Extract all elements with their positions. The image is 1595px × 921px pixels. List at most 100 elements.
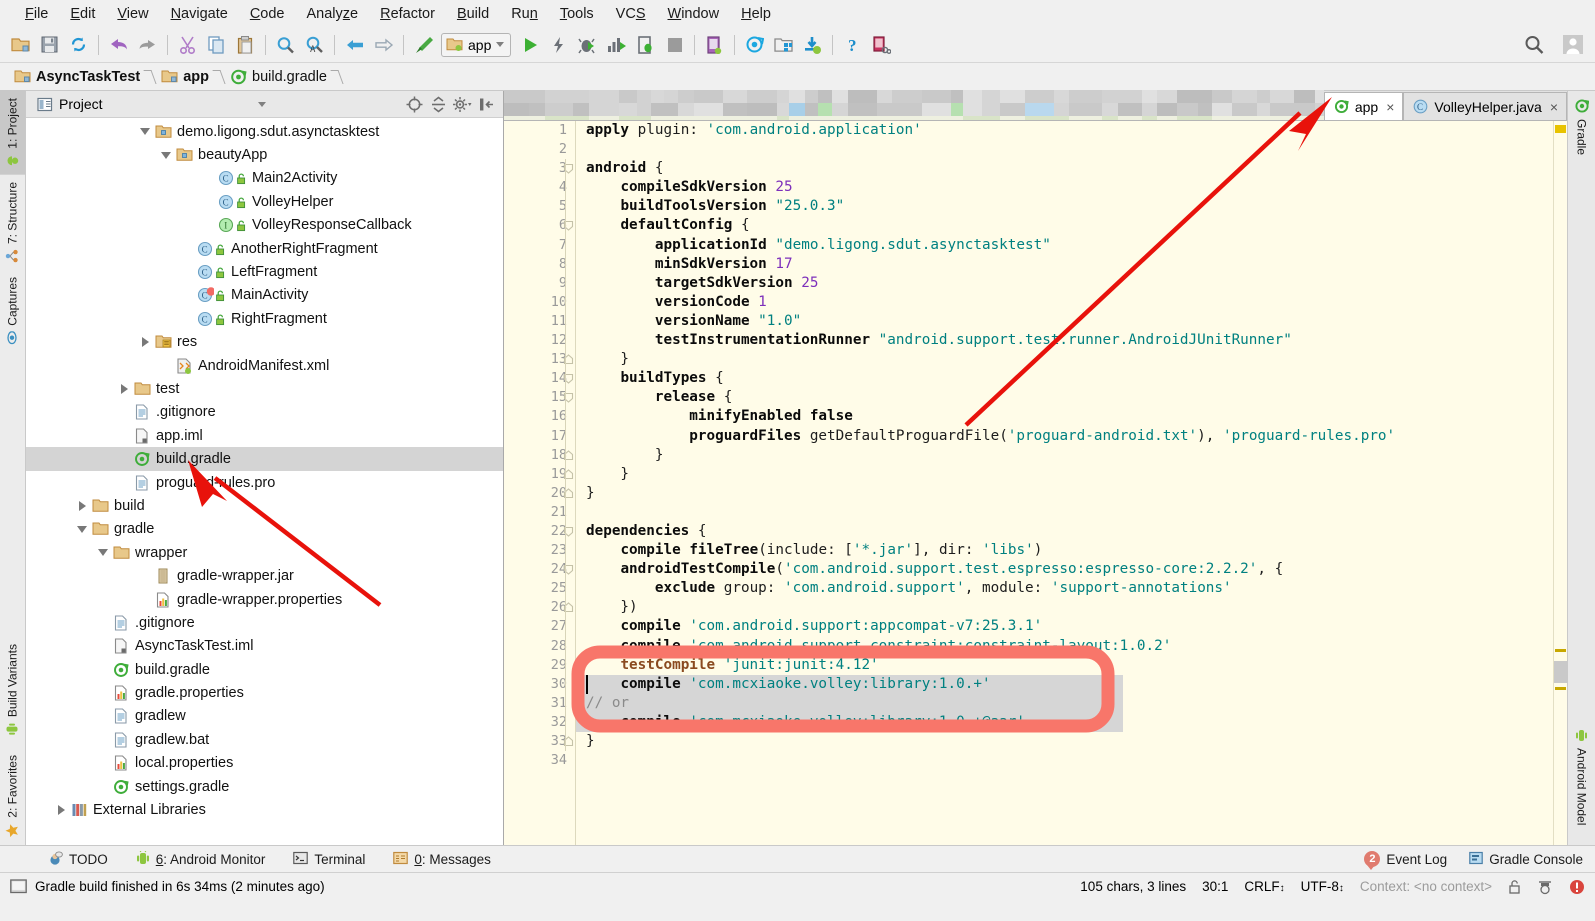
tree-node[interactable]: beautyApp (26, 143, 503, 166)
tree-node[interactable]: gradle (26, 518, 503, 541)
chevron-down-icon[interactable] (258, 101, 266, 107)
make-project-icon[interactable] (409, 30, 438, 59)
sidebar-item-captures[interactable]: Captures (0, 270, 25, 352)
tree-node[interactable]: local.properties (26, 752, 503, 775)
run-configuration-selector[interactable]: app (441, 32, 512, 57)
tree-node[interactable]: C Main2Activity (26, 167, 503, 190)
replace-icon[interactable]: A (300, 30, 329, 59)
chevron-right-icon[interactable] (137, 337, 153, 348)
menu-navigate[interactable]: Navigate (160, 3, 239, 25)
code-editor[interactable]: 1 2 3 4 5 6 7 8 9 10 11 12 13 14 15 16 17 18 19 20 21 22 23 24 2… (504, 121, 1567, 845)
tree-node[interactable]: gradle-wrapper.jar (26, 564, 503, 587)
lock-icon[interactable] (1508, 879, 1521, 894)
toolwindow-event-log[interactable]: 2 Event Log (1364, 851, 1447, 870)
editor-tab-volleyhelper[interactable]: C VolleyHelper.java × (1403, 92, 1567, 120)
undo-icon[interactable] (104, 30, 133, 59)
toolwindow-gradle-console[interactable]: Gradle Console (1469, 851, 1583, 868)
tree-node[interactable]: build.gradle (26, 658, 503, 681)
menu-refactor[interactable]: Refactor (369, 3, 446, 25)
project-panel-title-group[interactable]: Project (26, 96, 276, 112)
open-folder-icon[interactable] (6, 30, 35, 59)
chevron-down-icon[interactable] (74, 525, 90, 533)
help-icon[interactable]: ? (838, 30, 867, 59)
chevron-right-icon[interactable] (74, 500, 90, 511)
status-line-separator[interactable]: CRLF↕ (1244, 879, 1284, 894)
toolwindow-android-monitor[interactable]: 6: Android Monitor (122, 849, 280, 868)
copy-icon[interactable] (202, 30, 231, 59)
user-account-icon[interactable] (1558, 30, 1587, 59)
menu-edit[interactable]: Edit (59, 3, 106, 25)
hide-icon[interactable] (475, 93, 497, 115)
toolwindow-todo[interactable]: TODO (34, 850, 122, 868)
error-icon[interactable] (1569, 879, 1585, 895)
menu-analyze[interactable]: Analyze (296, 3, 370, 25)
tree-node[interactable]: C RightFragment (26, 307, 503, 330)
inspector-icon[interactable] (1537, 879, 1553, 895)
attach-debugger-icon[interactable] (631, 30, 660, 59)
search-everywhere-icon[interactable] (1519, 30, 1548, 59)
chevron-down-icon[interactable] (137, 128, 153, 136)
tree-node[interactable]: gradlew (26, 705, 503, 728)
sidebar-item-structure[interactable]: 7: Structure (0, 175, 25, 270)
back-icon[interactable] (340, 30, 369, 59)
project-tree[interactable]: demo.ligong.sdut.asynctasktest beautyApp C… (26, 118, 503, 845)
source-code[interactable]: apply plugin: 'com.android.application' … (576, 121, 1553, 770)
save-all-icon[interactable] (35, 30, 64, 59)
tree-node[interactable]: AndroidManifest.xml (26, 354, 503, 377)
apply-changes-icon[interactable] (544, 30, 573, 59)
tree-node[interactable]: gradlew.bat (26, 728, 503, 751)
settings-gear-icon[interactable] (451, 93, 473, 115)
sync-gradle-icon[interactable] (740, 30, 769, 59)
download-icon[interactable] (798, 30, 827, 59)
tree-node[interactable]: C AnotherRightFragment (26, 237, 503, 260)
tree-node[interactable]: gradle.properties (26, 681, 503, 704)
chevron-down-icon[interactable] (496, 42, 505, 47)
breadcrumb-item-module[interactable]: app (157, 69, 213, 85)
menu-window[interactable]: Window (657, 3, 731, 25)
tree-node[interactable]: gradle-wrapper.properties (26, 588, 503, 611)
tree-node[interactable]: wrapper (26, 541, 503, 564)
editor-tab-app[interactable]: app × (1323, 92, 1404, 120)
tree-node[interactable]: res (26, 331, 503, 354)
menu-file[interactable]: File (14, 3, 59, 25)
code-scroll-region[interactable]: apply plugin: 'com.android.application' … (576, 121, 1553, 845)
tree-node[interactable]: build.gradle (26, 447, 503, 471)
toolwindow-messages[interactable]: 0: Messages (379, 851, 505, 868)
sidebar-item-android-model[interactable]: Android Model (1568, 722, 1595, 845)
sidebar-item-favorites[interactable]: 2: Favorites (0, 743, 25, 845)
run-with-coverage-icon[interactable] (602, 30, 631, 59)
tree-node[interactable]: .gitignore (26, 611, 503, 634)
redo-icon[interactable] (133, 30, 162, 59)
tree-node[interactable]: AsyncTaskTest.iml (26, 635, 503, 658)
menu-view[interactable]: View (106, 3, 159, 25)
close-icon[interactable]: × (1548, 99, 1558, 115)
sync-icon[interactable] (64, 30, 93, 59)
breadcrumb-item-file[interactable]: build.gradle (226, 69, 331, 85)
run-icon[interactable] (515, 30, 544, 59)
code-folding-column[interactable] (560, 121, 576, 770)
editor-marker-strip[interactable] (1553, 121, 1567, 845)
close-icon[interactable]: × (1384, 99, 1394, 115)
tree-node[interactable]: C LeftFragment (26, 260, 503, 283)
chevron-right-icon[interactable] (53, 805, 69, 816)
menu-vcs[interactable]: VCS (605, 3, 657, 25)
sidebar-item-project[interactable]: 1: Project (0, 91, 25, 175)
collapse-all-icon[interactable] (427, 93, 449, 115)
cut-icon[interactable] (173, 30, 202, 59)
paste-icon[interactable] (231, 30, 260, 59)
forward-icon[interactable] (369, 30, 398, 59)
menu-run[interactable]: Run (500, 3, 549, 25)
menu-help[interactable]: Help (730, 3, 782, 25)
status-caret-position[interactable]: 30:1 (1202, 879, 1228, 894)
tree-node[interactable]: I VolleyResponseCallback (26, 214, 503, 237)
menu-tools[interactable]: Tools (549, 3, 605, 25)
chevron-down-icon[interactable] (158, 151, 174, 159)
sidebar-item-gradle[interactable]: Gradle (1568, 91, 1595, 162)
toolwindow-terminal[interactable]: Terminal (279, 851, 379, 868)
chevron-down-icon[interactable] (95, 549, 111, 557)
tree-node[interactable]: demo.ligong.sdut.asynctasktest (26, 120, 503, 143)
marker[interactable] (1555, 649, 1566, 652)
tree-node[interactable]: C VolleyHelper (26, 190, 503, 213)
scrollbar-thumb[interactable] (1554, 661, 1567, 683)
tree-node[interactable]: settings.gradle (26, 775, 503, 798)
